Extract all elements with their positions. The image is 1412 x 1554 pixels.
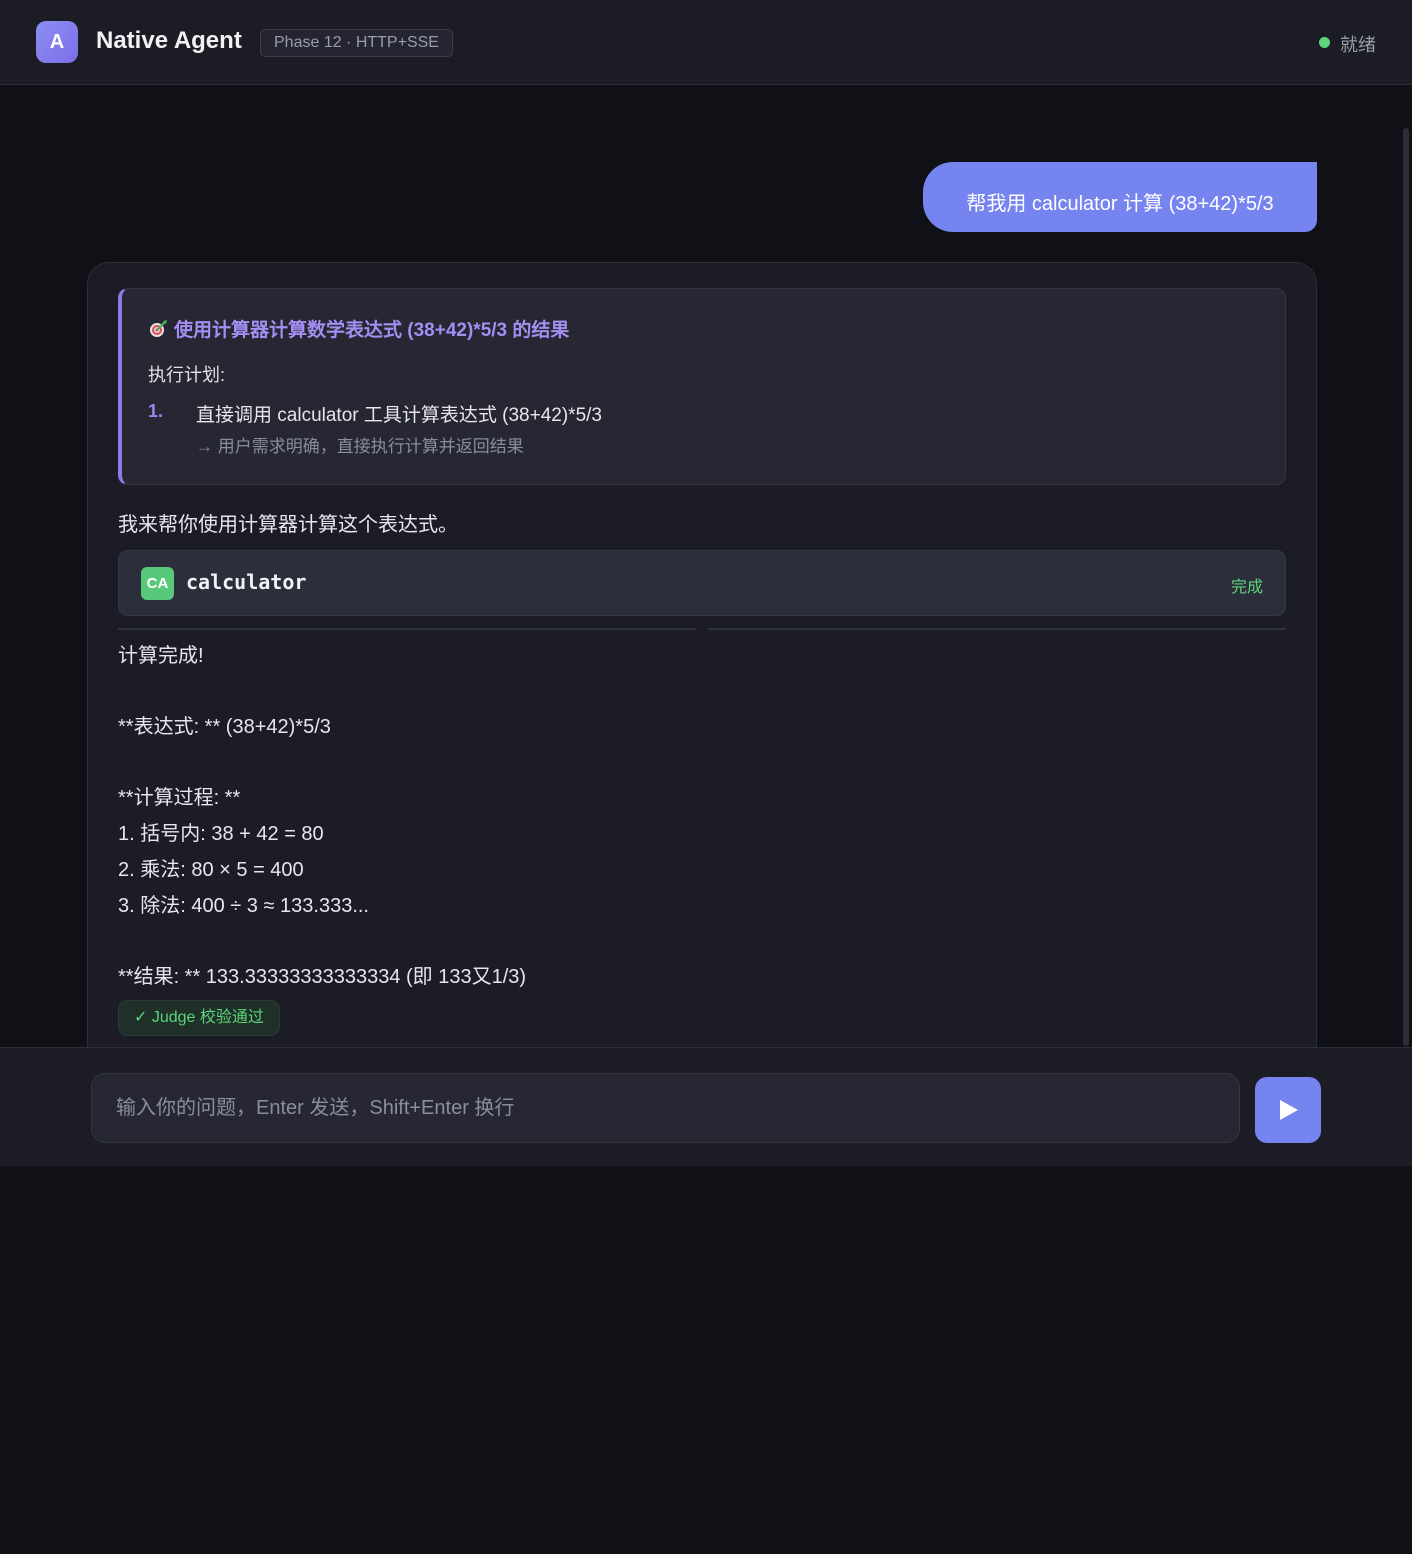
user-message-text: 帮我用 calculator 计算 (38+42)*5/3	[966, 192, 1274, 215]
assistant-result-text: 计算完成! **表达式: ** (38+42)*5/3 **计算过程: ** 1…	[118, 638, 1278, 995]
result-line: 1. 括号内: 38 + 42 = 80	[118, 823, 324, 845]
plan-box: 使用计算器计算数学表达式 (38+42)*5/3 的结果 执行计划: 1. 直接…	[118, 288, 1286, 485]
send-icon	[1280, 1100, 1298, 1120]
plan-heading: 执行计划:	[148, 365, 226, 385]
assistant-intro-text: 我来帮你使用计算器计算这个表达式。	[118, 514, 458, 536]
plan-goal-text: 使用计算器计算数学表达式 (38+42)*5/3 的结果	[174, 320, 570, 341]
result-line: 计算完成!	[118, 645, 204, 667]
target-icon	[148, 319, 168, 339]
send-button[interactable]	[1255, 1077, 1321, 1143]
status-text: 就绪	[1340, 35, 1376, 55]
divider	[708, 628, 1286, 630]
result-line: **表达式: ** (38+42)*5/3	[118, 716, 331, 738]
calculator-tool-icon: CA	[141, 567, 174, 600]
input-bar	[0, 1047, 1412, 1166]
plan-step-text: 直接调用 calculator 工具计算表达式 (38+42)*5/3	[196, 405, 602, 426]
tool-status: 完成	[1230, 579, 1263, 596]
divider	[118, 628, 696, 630]
tool-call-card[interactable]: CA calculator 完成	[118, 550, 1286, 616]
assistant-message: 使用计算器计算数学表达式 (38+42)*5/3 的结果 执行计划: 1. 直接…	[87, 262, 1317, 1047]
app-title: Native Agent	[96, 27, 242, 54]
message-input[interactable]	[91, 1073, 1240, 1143]
chat-area[interactable]: 帮我用 calculator 计算 (38+42)*5/3 使用计算器计算数学表…	[0, 86, 1412, 1047]
app-logo: A	[36, 21, 78, 63]
phase-badge: Phase 12 · HTTP+SSE	[260, 29, 453, 57]
app-header: A Native Agent Phase 12 · HTTP+SSE 就绪	[0, 0, 1412, 85]
plan-goal: 使用计算器计算数学表达式 (38+42)*5/3 的结果	[148, 315, 569, 342]
status-indicator-icon	[1319, 37, 1330, 48]
result-line: **结果: ** 133.33333333333334 (即 133又1/3)	[118, 966, 527, 988]
result-line: **计算过程: **	[118, 787, 241, 809]
plan-step-number: 1.	[148, 401, 164, 421]
plan-step-reason: → 用户需求明确，直接执行计算并返回结果	[196, 437, 524, 456]
user-message: 帮我用 calculator 计算 (38+42)*5/3	[923, 162, 1317, 232]
result-line: 2. 乘法: 80 × 5 = 400	[118, 859, 304, 881]
judge-status-badge: ✓ Judge 校验通过	[118, 1000, 280, 1036]
chat-scrollbar-thumb[interactable]	[1403, 128, 1409, 1046]
result-line: 3. 除法: 400 ÷ 3 ≈ 133.333...	[118, 895, 369, 917]
tool-name: calculator	[186, 570, 307, 594]
